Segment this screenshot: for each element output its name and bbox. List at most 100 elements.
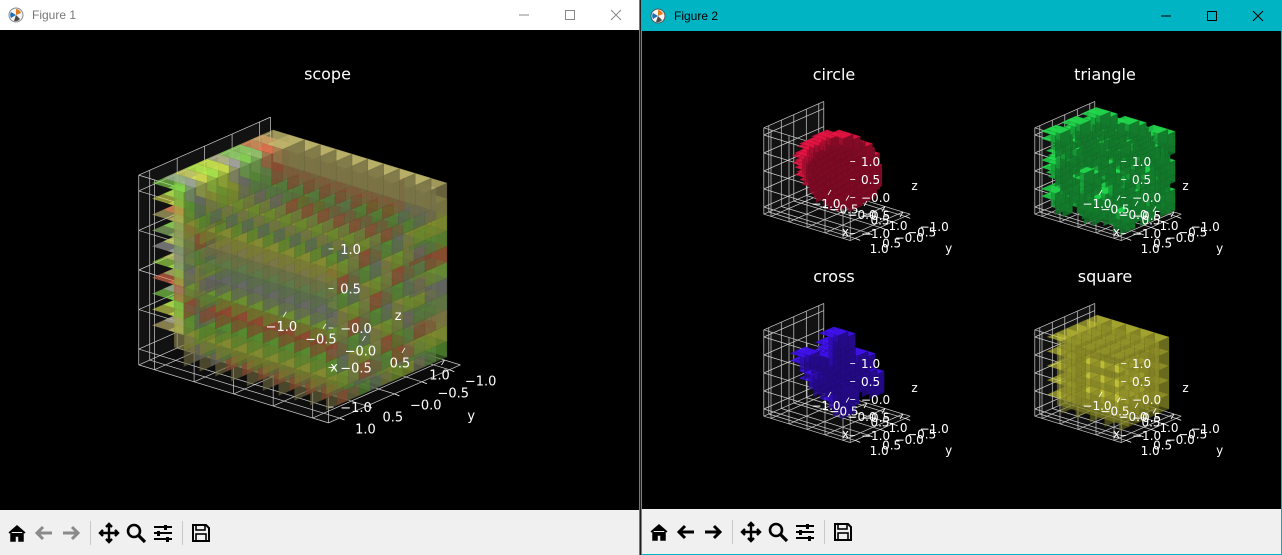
pan-button[interactable]: [738, 517, 764, 547]
forward-button[interactable]: [700, 517, 726, 547]
matplotlib-app-icon: [650, 8, 666, 24]
axes3d-square: −1.0−0.5−0.00.51.01.00.5−0.0−0.5−1.01.00…: [1034, 303, 1223, 458]
minimize-button[interactable]: [1143, 1, 1189, 31]
minimize-icon: [1161, 15, 1171, 17]
figure-2-titlebar[interactable]: Figure 2: [642, 1, 1281, 31]
z-tick-label: −1.0: [861, 429, 890, 443]
close-button[interactable]: [1235, 1, 1281, 31]
maximize-icon: [1207, 11, 1217, 21]
home-button[interactable]: [646, 517, 672, 547]
z-tick-label: −0.5: [1132, 411, 1161, 425]
pan-button[interactable]: [96, 518, 122, 548]
pan-icon: [740, 520, 762, 543]
configure-icon: [154, 524, 172, 542]
axes3d-circle: −1.0−0.5−0.00.51.01.00.5−0.0−0.5−1.01.00…: [763, 101, 952, 256]
z-tick-label: −0.0: [1132, 393, 1161, 407]
maximize-button[interactable]: [547, 0, 593, 30]
toolbar-separator: [182, 520, 183, 545]
figure-1-titlebar[interactable]: Figure 1: [0, 0, 639, 30]
save-icon: [192, 523, 210, 542]
axes3d-scope: −1.0−0.5−0.00.51.01.00.5−0.0−0.5−1.01.00…: [138, 116, 497, 438]
save-figure-button[interactable]: [188, 518, 214, 548]
z-tick-label: −0.0: [1132, 191, 1161, 205]
y-tick-label: −1.0: [1191, 220, 1220, 234]
configure-icon: [796, 523, 814, 541]
x-axis-label: x: [1113, 225, 1120, 239]
x-tick-label: −0.5: [305, 332, 337, 347]
save-figure-button[interactable]: [830, 517, 856, 547]
y-tick-label: 1.0: [355, 423, 376, 438]
z-tick-label: 1.0: [861, 357, 880, 371]
z-tick-label: 1.0: [1132, 357, 1151, 371]
y-tick-mark: [1126, 238, 1132, 241]
y-axis-label: y: [467, 409, 475, 424]
z-axis-label: z: [395, 309, 402, 324]
z-tick-label: −0.5: [861, 209, 890, 223]
z-tick-label: −0.5: [340, 361, 372, 376]
maximize-button[interactable]: [1189, 1, 1235, 31]
plot-title: scope: [304, 64, 351, 83]
close-button[interactable]: [593, 0, 639, 30]
configure-subplots-button[interactable]: [792, 517, 818, 547]
z-tick-label: −0.5: [1132, 209, 1161, 223]
plot-title: square: [1078, 267, 1133, 286]
save-icon: [834, 522, 852, 541]
plot-title: cross: [813, 267, 854, 286]
z-axis-label: z: [1182, 381, 1188, 395]
figure-2-toolbar: [642, 509, 1281, 554]
y-axis-label: y: [1216, 242, 1223, 256]
zoom-button[interactable]: [123, 518, 149, 548]
zoom-icon: [768, 522, 789, 542]
plot-title: triangle: [1074, 65, 1136, 84]
figure-2-canvas[interactable]: circle −1.0 −0.5 −0.0 0.5 1.0 1.0 0.5 −0.0 −0.5 −1…: [642, 31, 1281, 509]
y-tick-mark: [449, 369, 455, 373]
z-tick-label: −0.0: [861, 393, 890, 407]
z-tick-label: −1.0: [340, 401, 372, 416]
close-icon: [1252, 10, 1264, 22]
y-axis-label: y: [945, 242, 952, 256]
figure-1-canvas[interactable]: scope −1.0 −0.5 −0.0 0.5 1.0 1.0 0.5 −0.0 −0.5 −1.…: [0, 30, 639, 510]
back-icon: [34, 525, 52, 540]
z-tick-label: 0.5: [861, 375, 880, 389]
z-tick-label: 0.5: [1132, 375, 1151, 389]
y-tick-mark: [855, 238, 861, 241]
figure-1-toolbar: [0, 510, 639, 555]
y-tick-mark: [855, 440, 861, 443]
y-tick-label: −1.0: [1191, 422, 1220, 436]
back-button[interactable]: [31, 518, 57, 548]
maximize-icon: [565, 10, 575, 20]
y-tick-mark: [421, 381, 428, 385]
x-tick-label: −1.0: [266, 320, 297, 335]
y-tick-mark: [339, 417, 345, 421]
forward-icon: [705, 524, 723, 539]
back-icon: [676, 524, 694, 539]
toolbar-separator: [90, 520, 91, 545]
close-icon: [610, 9, 622, 21]
z-tick-label: 0.5: [340, 282, 361, 297]
back-button[interactable]: [673, 517, 699, 547]
y-tick-label: 0.5: [383, 411, 404, 426]
zoom-button[interactable]: [765, 517, 791, 547]
x-tick-label: −0.0: [345, 344, 377, 359]
matplotlib-app-icon: [8, 7, 24, 23]
figure-2-plot[interactable]: circle −1.0 −0.5 −0.0 0.5 1.0 1.0 0.5 −0.0 −0.5 −1…: [642, 31, 1281, 509]
toolbar-separator: [732, 519, 733, 544]
forward-button[interactable]: [58, 518, 84, 548]
figure-1-plot[interactable]: scope−1.0−0.5−0.00.51.01.00.5−0.0−0.5−1.…: [0, 30, 639, 510]
z-axis-label: z: [911, 179, 917, 193]
axes3d-triangle: −1.0−0.5−0.00.51.01.00.5−0.0−0.5−1.01.00…: [1034, 101, 1223, 256]
figure-2-window: Figure 2 circle −1.0 −0.5 −0.0 0.5 1.0 1.0 0.5 −…: [641, 0, 1282, 555]
y-tick-label: −1.0: [465, 374, 497, 389]
minimize-button[interactable]: [501, 0, 547, 30]
forward-icon: [63, 525, 81, 540]
y-tick-mark: [1126, 440, 1132, 443]
y-axis-label: y: [945, 444, 952, 458]
z-axis-label: z: [1182, 179, 1188, 193]
z-tick-label: −1.0: [1132, 227, 1161, 241]
configure-subplots-button[interactable]: [150, 518, 176, 548]
y-tick-label: −1.0: [920, 220, 949, 234]
home-button[interactable]: [4, 518, 30, 548]
pan-icon: [98, 521, 120, 544]
home-icon: [8, 524, 26, 542]
z-tick-label: 0.5: [1132, 173, 1151, 187]
